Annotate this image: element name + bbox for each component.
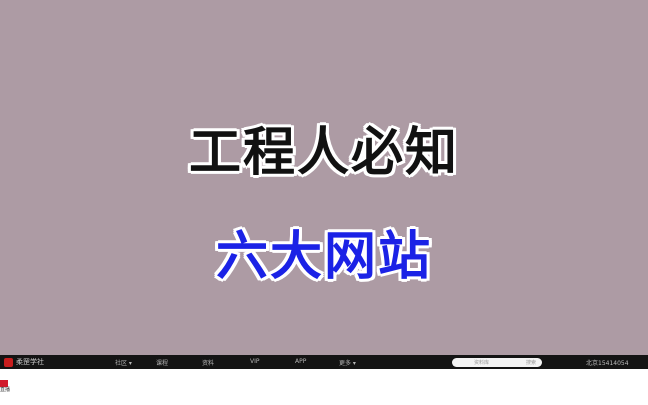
brand-logo-icon[interactable] [4, 357, 13, 367]
title-line-secondary: 六大网站 [215, 227, 432, 287]
title-overlay: 工程人必知 六大网站 [0, 0, 648, 355]
search-button[interactable]: 搜索 [526, 359, 536, 366]
phone-number: 北京15414054 [586, 360, 629, 367]
nav-item-more[interactable]: 更多 ▾ [339, 358, 356, 367]
site-navbar: 柔罡学社 社区 ▾ 课程 资料 VIP APP 更多 ▾ 资料库 搜索 北京15… [0, 355, 648, 369]
nav-item-materials[interactable]: 资料 [202, 358, 214, 367]
nav-item-app[interactable]: APP [295, 358, 306, 365]
live-icon [0, 380, 8, 387]
nav-item-vip[interactable]: VIP [250, 358, 260, 365]
live-badge-label: 直播 [0, 387, 11, 393]
page-body: 直播 [0, 369, 648, 405]
title-line-primary: 工程人必知 [188, 123, 459, 183]
nav-item-community[interactable]: 社区 ▾ [115, 358, 132, 367]
search-input[interactable]: 资料库 搜索 [452, 358, 542, 367]
live-badge[interactable]: 直播 [0, 380, 10, 396]
search-placeholder: 资料库 [474, 360, 490, 366]
nav-item-courses[interactable]: 课程 [156, 358, 168, 367]
brand-logo-text[interactable]: 柔罡学社 [16, 357, 44, 367]
